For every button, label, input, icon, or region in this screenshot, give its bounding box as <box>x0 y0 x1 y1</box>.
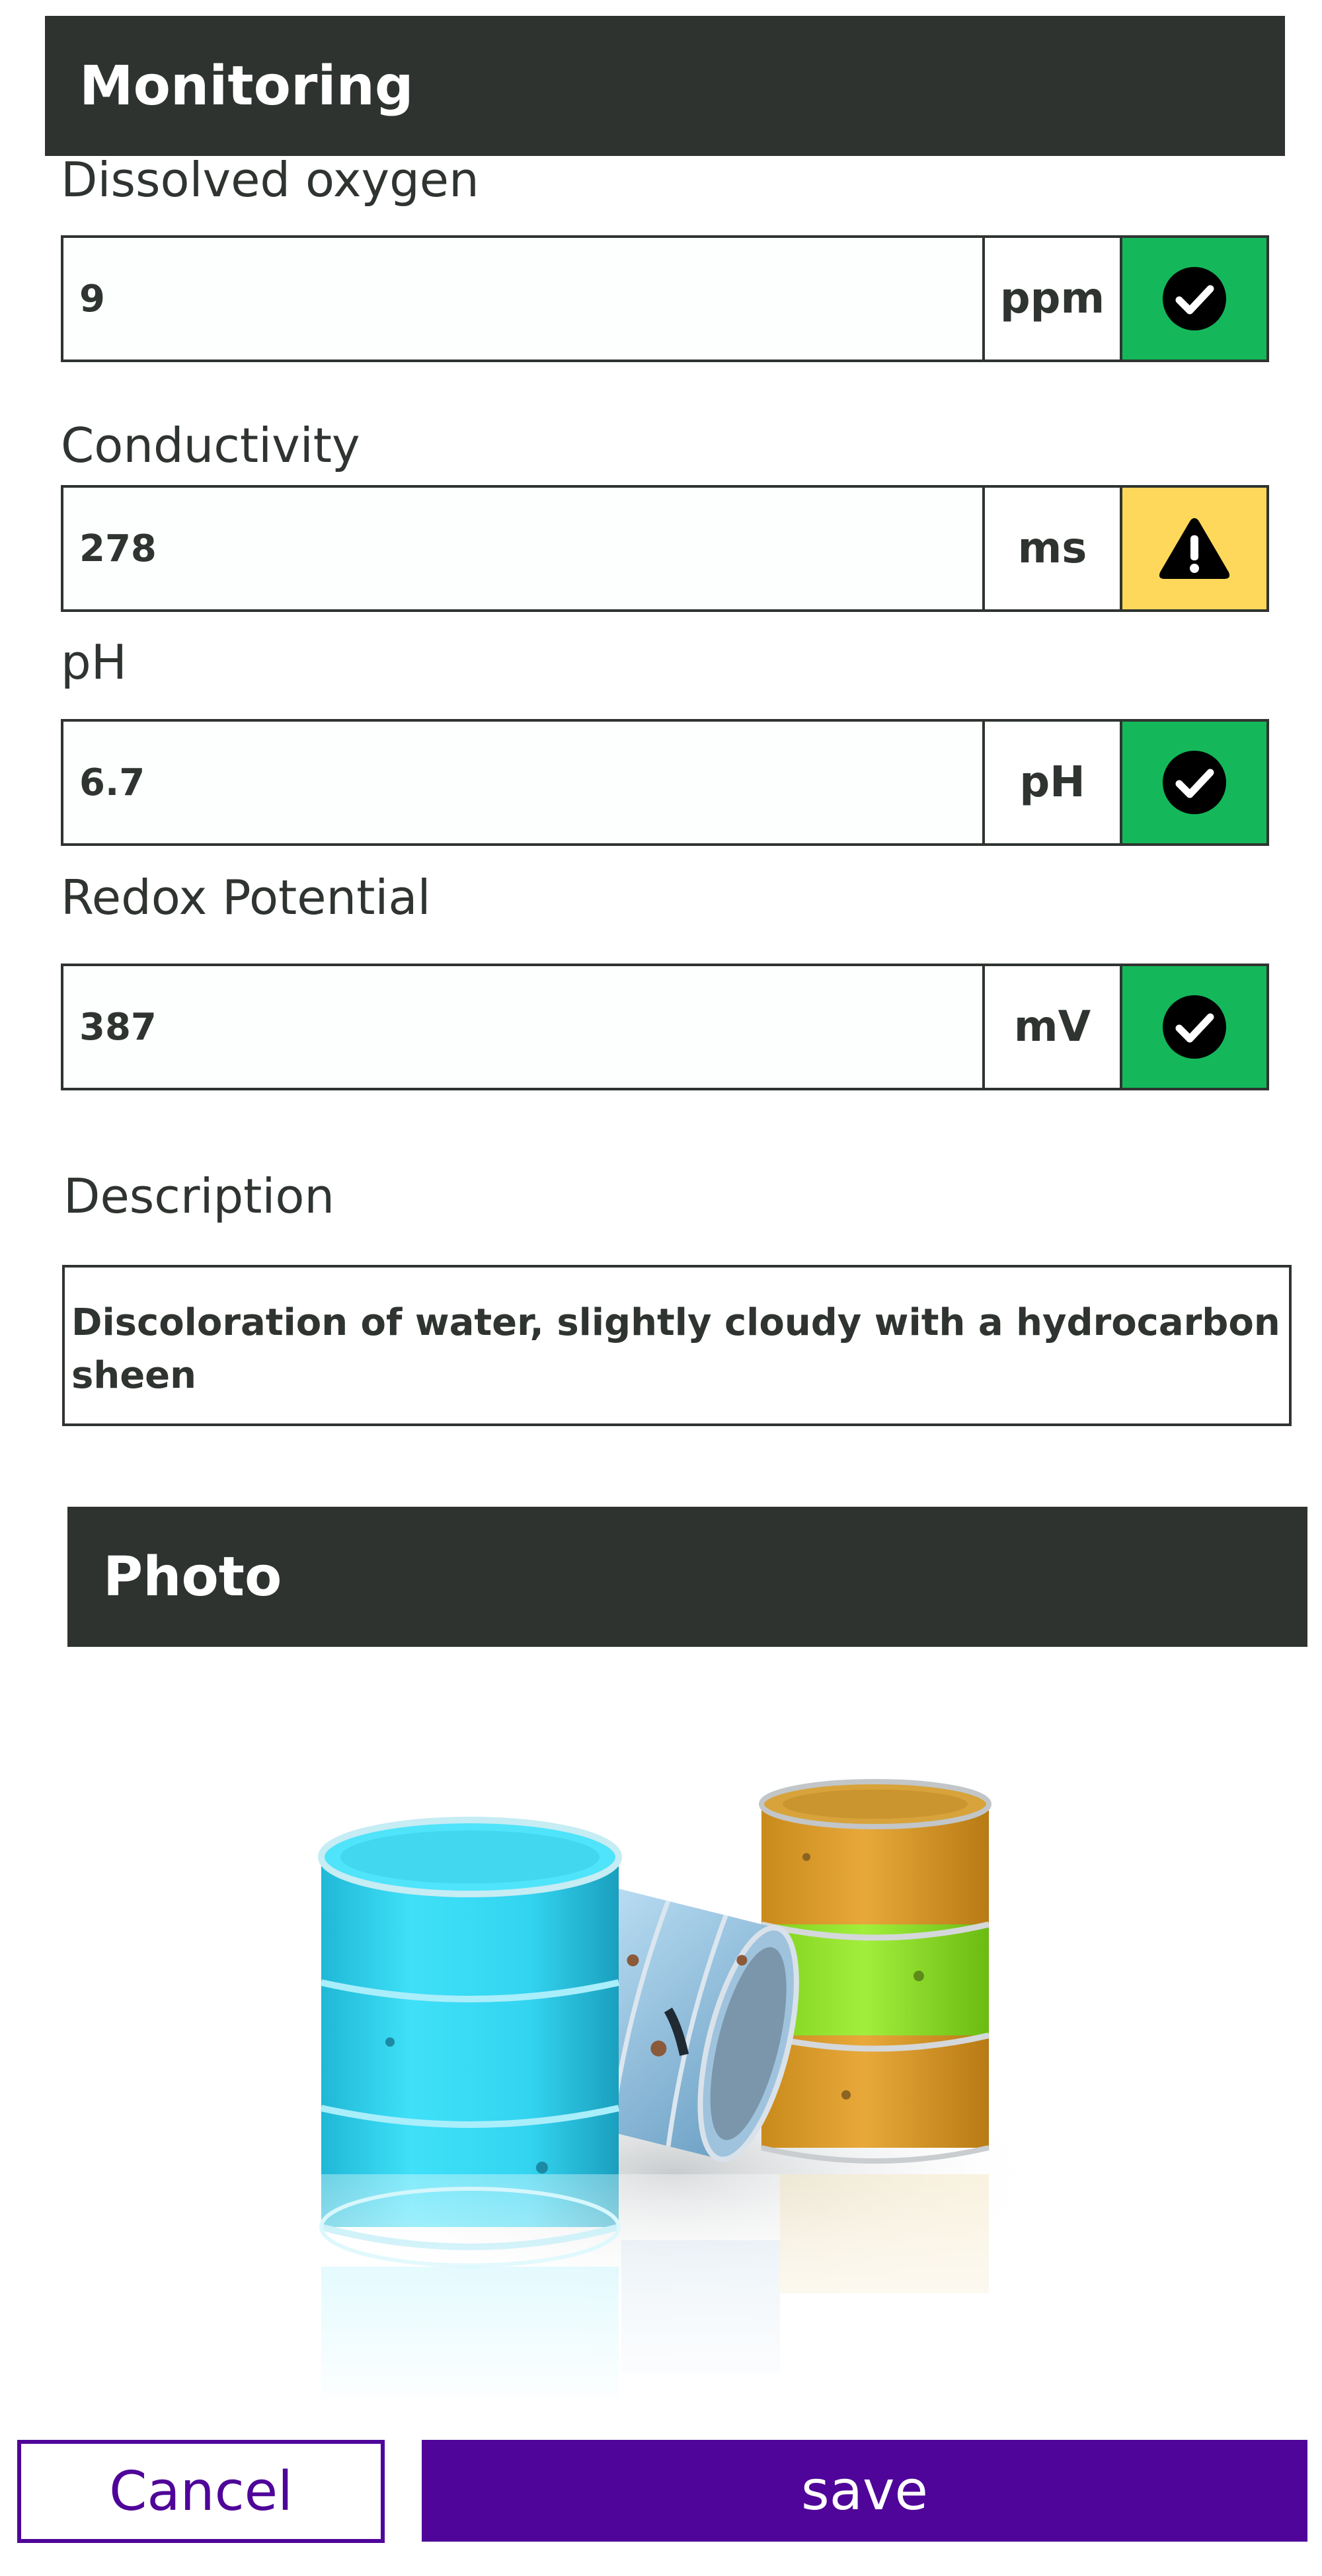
conductivity-row: 278 ms <box>61 485 1269 612</box>
check-circle-icon <box>1163 267 1226 330</box>
redox-potential-row: 387 mV <box>61 964 1269 1090</box>
conductivity-label: Conductivity <box>61 418 360 473</box>
ph-input[interactable]: 6.7 <box>61 719 985 846</box>
dissolved-oxygen-unit: ppm <box>985 235 1122 362</box>
conductivity-status <box>1122 485 1269 612</box>
dissolved-oxygen-input[interactable]: 9 <box>61 235 985 362</box>
ph-unit: pH <box>985 719 1122 846</box>
cancel-button[interactable]: Cancel <box>17 2440 385 2543</box>
redox-potential-status <box>1122 964 1269 1090</box>
dissolved-oxygen-label: Dissolved oxygen <box>61 152 479 208</box>
ph-label: pH <box>61 634 127 690</box>
description-label: Description <box>63 1168 335 1224</box>
conductivity-unit: ms <box>985 485 1122 612</box>
dissolved-oxygen-status <box>1122 235 1269 362</box>
redox-potential-unit: mV <box>985 964 1122 1090</box>
save-button[interactable]: save <box>422 2440 1307 2542</box>
ph-row: 6.7 pH <box>61 719 1269 846</box>
conductivity-input[interactable]: 278 <box>61 485 985 612</box>
monitoring-section-header: Monitoring <box>45 16 1285 156</box>
ph-status <box>1122 719 1269 846</box>
warning-triangle-icon <box>1159 518 1230 579</box>
barrels-photo <box>304 1779 1044 2412</box>
check-circle-icon <box>1163 995 1226 1059</box>
check-circle-icon <box>1163 751 1226 814</box>
photo-section-header: Photo <box>67 1507 1307 1647</box>
dissolved-oxygen-row: 9 ppm <box>61 235 1269 362</box>
redox-potential-label: Redox Potential <box>61 870 431 925</box>
monitoring-title: Monitoring <box>79 54 414 118</box>
description-field[interactable]: Discoloration of water, slightly cloudy … <box>62 1265 1292 1426</box>
photo-title: Photo <box>103 1545 282 1609</box>
redox-potential-input[interactable]: 387 <box>61 964 985 1090</box>
